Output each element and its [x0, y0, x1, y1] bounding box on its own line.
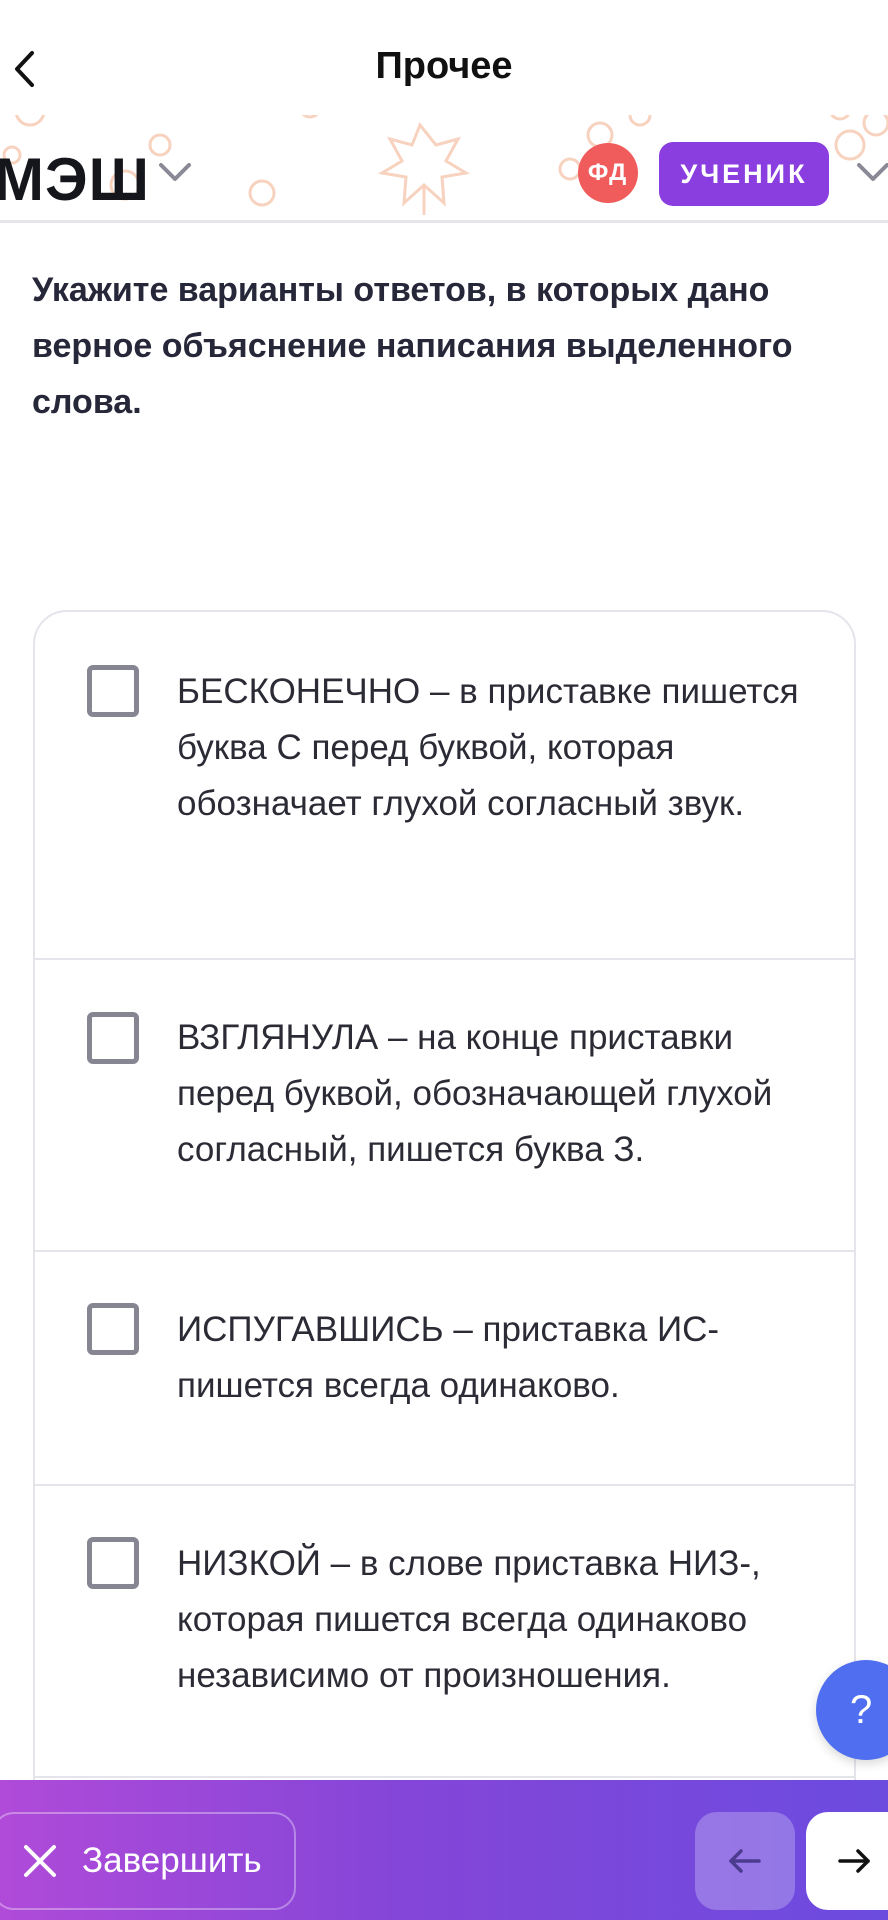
option-text: ВЗГЛЯНУЛА – на конце приставки перед бук… — [177, 1018, 773, 1169]
next-button[interactable] — [806, 1812, 888, 1910]
page-title: Прочее — [375, 45, 513, 87]
answer-option[interactable]: ИСПУГАВШИСЬ – приставка ИС- пишется всег… — [35, 1252, 854, 1486]
answer-option[interactable]: БЕСКОНЕЧНО – в приставке пишется буква С… — [35, 612, 854, 960]
option-checkbox[interactable] — [87, 665, 139, 717]
test-screen: Прочее МЭШ ФД УЧЕНИК Укажите варианты от… — [0, 0, 888, 1920]
finish-button[interactable]: Завершить — [0, 1812, 296, 1910]
avatar[interactable]: ФД — [578, 143, 638, 203]
close-icon — [20, 1841, 60, 1881]
option-text: БЕСКОНЕЧНО – в приставке пишется буква С… — [177, 672, 799, 823]
prev-button[interactable] — [695, 1812, 795, 1910]
option-text: ИСПУГАВШИСЬ – приставка ИС- пишется всег… — [177, 1310, 720, 1405]
question-text: Укажите варианты ответов, в которых дано… — [32, 271, 793, 421]
chevron-down-icon[interactable] — [856, 161, 888, 183]
answer-option[interactable]: НИЗКОЙ – в слове приставка НИЗ-, которая… — [35, 1486, 854, 1778]
option-checkbox[interactable] — [87, 1303, 139, 1355]
finish-label: Завершить — [82, 1841, 262, 1880]
answer-option[interactable]: ВЗГЛЯНУЛА – на конце приставки перед бук… — [35, 960, 854, 1252]
bottom-bar: Завершить — [0, 1780, 888, 1920]
top-nav: Прочее — [0, 0, 888, 125]
option-checkbox[interactable] — [87, 1537, 139, 1589]
option-text: НИЗКОЙ – в слове приставка НИЗ-, которая… — [177, 1544, 761, 1695]
option-checkbox[interactable] — [87, 1012, 139, 1064]
help-label: ? — [850, 1687, 873, 1732]
arrow-left-icon — [729, 1849, 761, 1873]
arrow-right-icon — [838, 1849, 870, 1873]
mesh-logo[interactable]: МЭШ — [0, 145, 150, 214]
answer-options: БЕСКОНЕЧНО – в приставке пишется буква С… — [33, 610, 856, 1910]
chevron-down-icon[interactable] — [158, 161, 192, 183]
app-header: МЭШ ФД УЧЕНИК — [0, 115, 888, 223]
role-badge[interactable]: УЧЕНИК — [659, 142, 829, 206]
